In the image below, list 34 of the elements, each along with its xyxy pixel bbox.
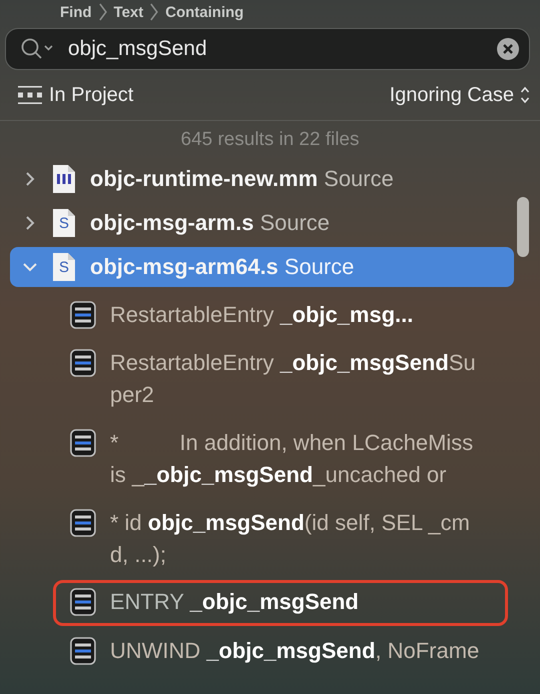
match-line[interactable]: RestartableEntry _objc_msgSendSuper2 xyxy=(110,347,484,411)
chevron-icon xyxy=(98,2,108,22)
match-line[interactable]: * id objc_msgSend(id self, SEL _cmd, ...); xyxy=(110,507,484,571)
file-icon: S xyxy=(52,252,76,282)
file-row[interactable]: S objc-msg-arm64.s Source xyxy=(10,247,514,287)
match-line[interactable]: UNWIND _objc_msgSend, NoFrame xyxy=(110,635,480,667)
breadcrumb-item[interactable]: Find xyxy=(60,4,92,20)
symbol-icon xyxy=(70,588,96,616)
match-line[interactable]: RestartableEntry _objc_msg... xyxy=(110,299,414,331)
file-name: objc-runtime-new.mm Source xyxy=(90,166,394,192)
symbol-icon xyxy=(70,509,96,537)
match-line[interactable]: * In addition, when LCacheMiss is __objc_msgSend_uncached or xyxy=(110,427,484,491)
chevron-icon xyxy=(149,2,160,22)
file-row[interactable]: objc-runtime-new.mm Source xyxy=(10,159,514,199)
file-name: objc-msg-arm64.s Source xyxy=(90,254,354,280)
file-icon: S xyxy=(52,208,76,238)
file-row[interactable]: S objc-msg-arm.s Source xyxy=(10,203,514,243)
symbol-icon xyxy=(70,429,96,457)
symbol-icon xyxy=(70,301,96,329)
breadcrumb-item[interactable]: Containing xyxy=(165,4,244,20)
scope-icon xyxy=(17,85,43,105)
scrollbar[interactable] xyxy=(517,197,529,257)
case-selector[interactable]: Ignoring Case xyxy=(389,84,514,106)
symbol-icon xyxy=(70,637,96,665)
clear-icon[interactable] xyxy=(497,38,519,60)
symbol-icon xyxy=(70,349,96,377)
breadcrumb-item[interactable]: Text xyxy=(114,4,144,20)
match-line[interactable]: ENTRY _objc_msgSend xyxy=(110,586,359,618)
file-name: objc-msg-arm.s Source xyxy=(90,210,330,236)
updown-chevron-icon xyxy=(520,86,530,104)
scope-selector[interactable]: In Project xyxy=(49,84,134,106)
results-summary: 645 results in 22 files xyxy=(0,120,540,155)
search-field[interactable]: objc_msgSend xyxy=(5,28,530,70)
file-icon xyxy=(52,164,76,194)
